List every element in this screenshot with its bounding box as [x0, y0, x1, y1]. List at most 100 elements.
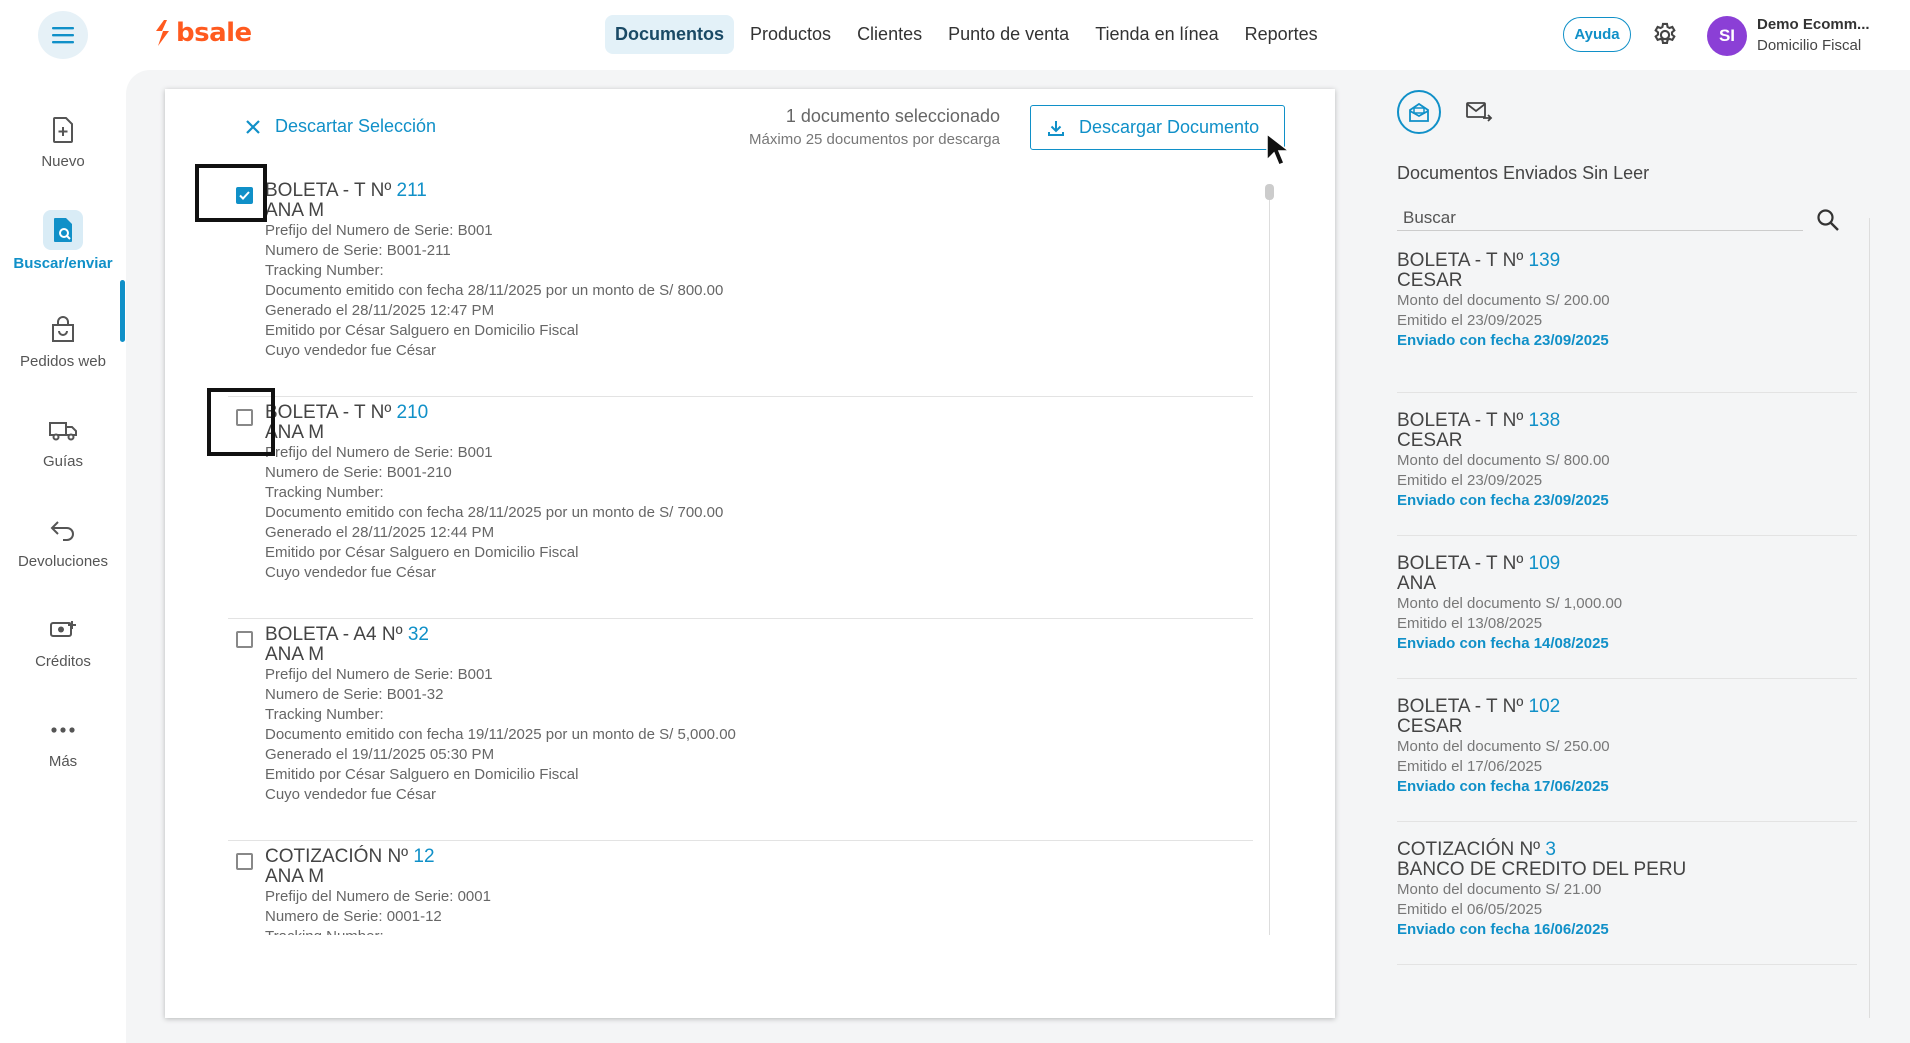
nav-tienda-en-linea[interactable]: Tienda en línea: [1085, 15, 1228, 54]
document-title: BOLETA - A4 Nº 32: [265, 624, 429, 645]
sidebar-item-label: Nuevo: [41, 153, 85, 170]
nav-documentos[interactable]: Documentos: [605, 15, 735, 54]
gear-icon[interactable]: [1651, 21, 1679, 49]
brand-name: bsale: [176, 18, 252, 48]
document-sent-date: Enviado con fecha 23/09/2025: [1397, 332, 1609, 349]
list-item[interactable]: BOLETA - T Nº 109 ANA Monto del document…: [1397, 536, 1857, 679]
document-meta: Documento emitido con fecha 19/11/2025 p…: [265, 726, 736, 743]
send-mail-icon[interactable]: [1465, 98, 1493, 126]
nav-clientes[interactable]: Clientes: [847, 15, 932, 54]
user-location: Domicilio Fiscal: [1757, 37, 1862, 54]
bsale-logo[interactable]: bsale: [152, 18, 252, 48]
document-number[interactable]: 138: [1529, 410, 1561, 431]
main-nav: Documentos Productos Clientes Punto de v…: [605, 15, 1334, 54]
list-scrollbar[interactable]: [1269, 185, 1270, 935]
list-item[interactable]: BOLETA - T Nº 210 ANA M Prefijo del Nume…: [228, 397, 1253, 619]
document-checkbox[interactable]: [236, 631, 253, 648]
document-number[interactable]: 109: [1529, 553, 1561, 574]
document-meta: Cuyo vendedor fue César: [265, 342, 436, 359]
document-sent-date: Enviado con fecha 14/08/2025: [1397, 635, 1609, 652]
document-number[interactable]: 210: [397, 402, 429, 423]
highlight-box: [195, 164, 267, 222]
list-scrollbar-thumb[interactable]: [1265, 184, 1274, 200]
document-client: BANCO DE CREDITO DEL PERU: [1397, 859, 1687, 880]
document-meta: Numero de Serie: 0001-12: [265, 908, 442, 925]
nav-reportes[interactable]: Reportes: [1235, 15, 1328, 54]
list-item[interactable]: BOLETA - T Nº 138 CESAR Monto del docume…: [1397, 393, 1857, 536]
document-number[interactable]: 32: [408, 624, 429, 645]
nav-punto-de-venta[interactable]: Punto de venta: [938, 15, 1079, 54]
sidebar-item-devoluciones[interactable]: Devoluciones: [0, 515, 126, 570]
user-name[interactable]: Demo Ecomm...: [1757, 16, 1870, 33]
list-item[interactable]: BOLETA - T Nº 102 CESAR Monto del docume…: [1397, 679, 1857, 822]
document-client: ANA M: [265, 644, 325, 665]
document-number[interactable]: 3: [1545, 839, 1556, 860]
list-item[interactable]: COTIZACIÓN Nº 12 ANA M Prefijo del Numer…: [228, 841, 1253, 935]
document-meta: Generado el 19/11/2025 05:30 PM: [265, 746, 495, 763]
document-number[interactable]: 102: [1529, 696, 1561, 717]
document-client: ANA M: [265, 200, 325, 221]
sidebar-item-label: Devoluciones: [17, 553, 109, 570]
sidebar-item-label: Guías: [42, 453, 84, 470]
discard-selection-label: Descartar Selección: [275, 116, 437, 136]
document-title: COTIZACIÓN Nº 12: [265, 846, 435, 867]
sidebar-item-buscar-enviar[interactable]: Buscar/enviar: [0, 210, 126, 272]
active-indicator: [120, 280, 125, 342]
search-icon[interactable]: [1815, 207, 1841, 233]
document-meta: Prefijo del Numero de Serie: B001: [265, 666, 493, 683]
document-meta: Emitido por César Salguero en Domicilio …: [265, 544, 579, 561]
list-item[interactable]: BOLETA - T Nº 211 ANA M Prefijo del Nume…: [228, 175, 1253, 397]
highlight-box: [207, 388, 275, 456]
search-input[interactable]: [1397, 205, 1803, 231]
hamburger-icon: [52, 27, 74, 44]
sidebar: Nuevo Buscar/enviar Pedidos web Guías De…: [0, 70, 126, 1043]
document-meta: Generado el 28/11/2025 12:44 PM: [265, 524, 495, 541]
unread-mail-tab[interactable]: [1397, 90, 1441, 134]
nav-productos[interactable]: Productos: [740, 15, 841, 54]
close-icon: [246, 119, 260, 134]
document-meta: Prefijo del Numero de Serie: B001: [265, 222, 493, 239]
download-document-button[interactable]: Descargar Documento: [1030, 105, 1285, 150]
document-meta: Numero de Serie: B001-32: [265, 686, 444, 703]
document-sent-date: Enviado con fecha 17/06/2025: [1397, 778, 1609, 795]
document-number[interactable]: 12: [413, 846, 434, 867]
sidebar-item-creditos[interactable]: Créditos: [0, 615, 126, 670]
panel-divider: [1869, 218, 1870, 1018]
sidebar-item-label: Más: [48, 753, 78, 770]
selection-count-text: 1 documento seleccionado: [785, 106, 1000, 126]
sidebar-item-label: Pedidos web: [20, 353, 106, 370]
document-meta: Tracking Number:: [265, 706, 384, 723]
more-dots-icon: [51, 727, 75, 733]
sidebar-item-guias[interactable]: Guías: [0, 415, 126, 470]
document-number[interactable]: 139: [1529, 250, 1561, 271]
document-checkbox[interactable]: [236, 853, 253, 870]
sidebar-item-mas[interactable]: Más: [0, 715, 126, 770]
document-meta: Tracking Number:: [265, 927, 491, 935]
list-item[interactable]: BOLETA - A4 Nº 32 ANA M Prefijo del Nume…: [228, 619, 1253, 841]
help-button[interactable]: Ayuda: [1563, 17, 1631, 52]
list-item[interactable]: BOLETA - T Nº 139 CESAR Monto del docume…: [1397, 250, 1857, 393]
document-issued: Emitido el 06/05/2025: [1397, 901, 1543, 918]
sidebar-item-nuevo[interactable]: Nuevo: [0, 115, 126, 170]
bsale-logo-icon: [156, 20, 169, 46]
credit-icon: [50, 621, 76, 637]
sidebar-item-pedidos-web[interactable]: Pedidos web: [0, 315, 126, 370]
avatar[interactable]: SI: [1707, 16, 1747, 56]
document-title: BOLETA - T Nº 210: [265, 402, 429, 423]
list-item[interactable]: COTIZACIÓN Nº 3 BANCO DE CREDITO DEL PER…: [1397, 822, 1857, 965]
menu-button[interactable]: [38, 11, 88, 59]
document-amount: Monto del documento S/ 800.00: [1397, 452, 1610, 469]
document-meta: Generado el 28/11/2025 12:47 PM: [265, 302, 495, 319]
shopping-bag-icon: [52, 316, 74, 342]
search-document-icon: [54, 218, 72, 242]
document-client: CESAR: [1397, 716, 1463, 737]
document-meta: Emitido por César Salguero en Domicilio …: [265, 322, 579, 339]
document-meta: Emitido por César Salguero en Domicilio …: [265, 766, 579, 783]
sidebar-item-label: Créditos: [35, 653, 91, 670]
document-number[interactable]: 211: [397, 180, 427, 201]
discard-selection-button[interactable]: Descartar Selección: [245, 116, 436, 137]
document-issued: Emitido el 13/08/2025: [1397, 615, 1543, 632]
truck-icon: [49, 422, 77, 441]
document-client: ANA M: [265, 422, 325, 443]
document-amount: Monto del documento S/ 250.00: [1397, 738, 1610, 755]
